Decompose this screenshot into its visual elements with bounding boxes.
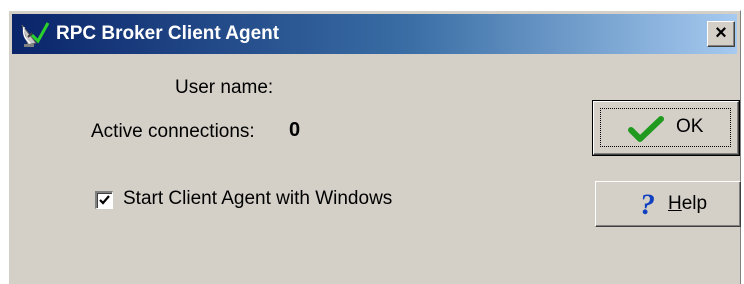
start-with-windows-label[interactable]: Start Client Agent with Windows <box>123 188 392 210</box>
active-connections-label: Active connections: <box>91 121 255 142</box>
checkmark-icon <box>99 195 110 205</box>
title-bar[interactable]: RPC Broker Client Agent × <box>12 14 737 54</box>
close-button[interactable]: × <box>707 21 735 47</box>
user-name-label: User name: <box>175 77 274 98</box>
help-button-label: Help <box>668 193 707 215</box>
ok-button[interactable]: OK <box>592 100 740 156</box>
checkmark-icon <box>628 116 664 142</box>
active-connections-count: 0 <box>289 119 301 141</box>
help-label-rest: elp <box>681 193 708 214</box>
satellite-dish-icon <box>21 22 50 47</box>
window-title: RPC Broker Client Agent <box>56 23 280 44</box>
help-mnemonic: H <box>668 193 682 214</box>
dialog-window: RPC Broker Client Agent × User name: Act… <box>8 10 741 284</box>
question-mark-icon: ? <box>640 188 655 221</box>
start-with-windows-checkbox[interactable] <box>95 191 113 209</box>
focus-rectangle <box>600 108 731 147</box>
help-button[interactable]: ? Help <box>595 181 741 227</box>
close-icon: × <box>715 22 727 44</box>
ok-button-label: OK <box>676 116 704 137</box>
